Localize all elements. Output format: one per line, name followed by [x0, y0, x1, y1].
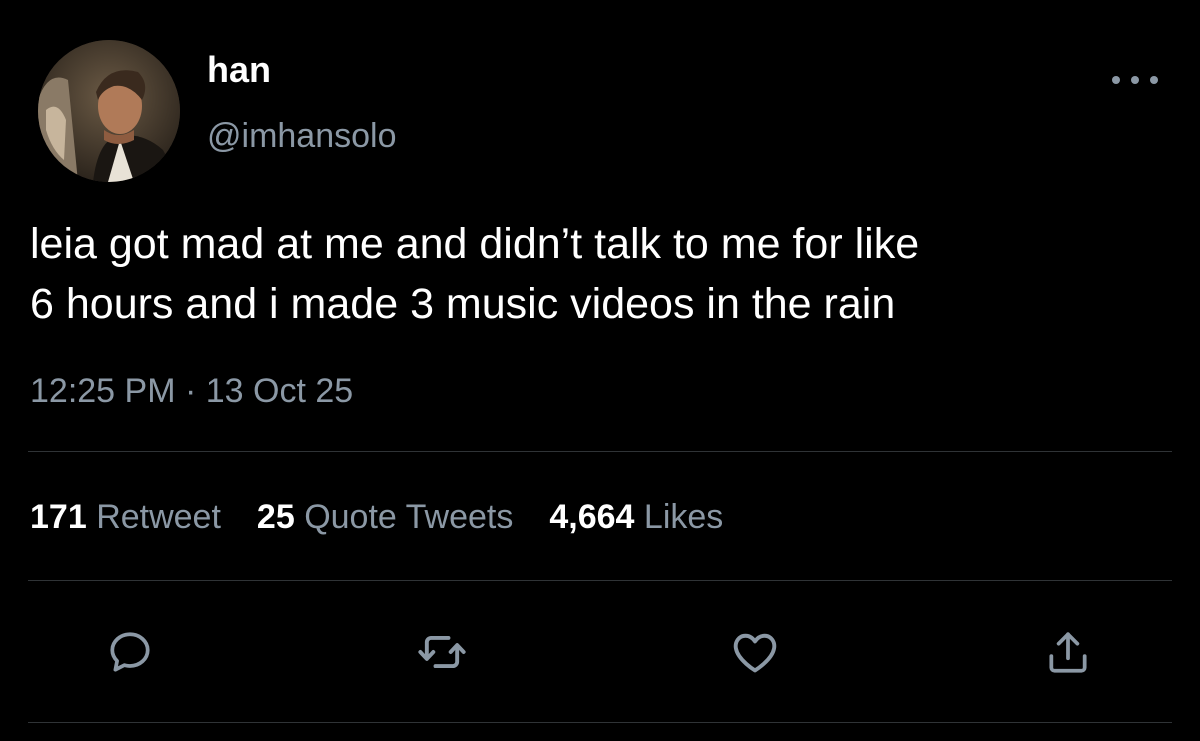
tweet: han @imhansolo leia got mad at me and di… — [0, 0, 1200, 741]
reply-button[interactable] — [100, 622, 160, 682]
likes-count: 4,664 — [549, 498, 635, 536]
share-button[interactable] — [1038, 622, 1098, 682]
tweet-text: leia got mad at me and didn’t talk to me… — [30, 214, 1190, 334]
tweet-text-line: 6 hours and i made 3 music videos in the… — [30, 280, 896, 328]
more-icon-dot — [1112, 76, 1120, 84]
quote-tweets-count: 25 — [256, 498, 295, 536]
quote-tweets-label: Quote Tweets — [304, 498, 514, 536]
divider — [28, 451, 1172, 452]
user-handle[interactable]: @imhansolo — [207, 113, 397, 159]
more-icon-dot — [1150, 76, 1158, 84]
display-name[interactable]: han — [207, 46, 271, 94]
like-button[interactable] — [725, 622, 785, 682]
avatar-image — [38, 40, 180, 182]
divider — [28, 580, 1172, 581]
meta-separator: · — [184, 372, 197, 410]
retweet-stat[interactable]: 171 Retweet — [30, 492, 221, 542]
like-icon — [733, 633, 777, 673]
likes-stat[interactable]: 4,664 Likes — [549, 492, 723, 542]
more-icon-dot — [1131, 76, 1139, 84]
divider — [28, 722, 1172, 723]
tweet-date: 13 Oct 25 — [205, 372, 354, 410]
tweet-timestamp[interactable]: 12:25 PM · 13 Oct 25 — [30, 366, 353, 416]
retweet-count: 171 — [30, 498, 87, 536]
retweet-button[interactable] — [412, 622, 472, 682]
tweet-time: 12:25 PM — [30, 372, 176, 410]
reply-icon — [110, 632, 150, 672]
engagement-stats: 171 Retweet 25 Quote Tweets 4,664 Likes — [30, 492, 723, 542]
share-icon — [1049, 632, 1087, 673]
quote-tweets-stat[interactable]: 25 Quote Tweets — [257, 492, 513, 542]
avatar[interactable] — [38, 40, 180, 182]
retweet-icon — [418, 635, 466, 669]
retweet-label: Retweet — [96, 498, 221, 536]
likes-label: Likes — [643, 498, 724, 536]
tweet-text-line: leia got mad at me and didn’t talk to me… — [30, 220, 920, 268]
more-icon[interactable] — [1112, 68, 1158, 92]
